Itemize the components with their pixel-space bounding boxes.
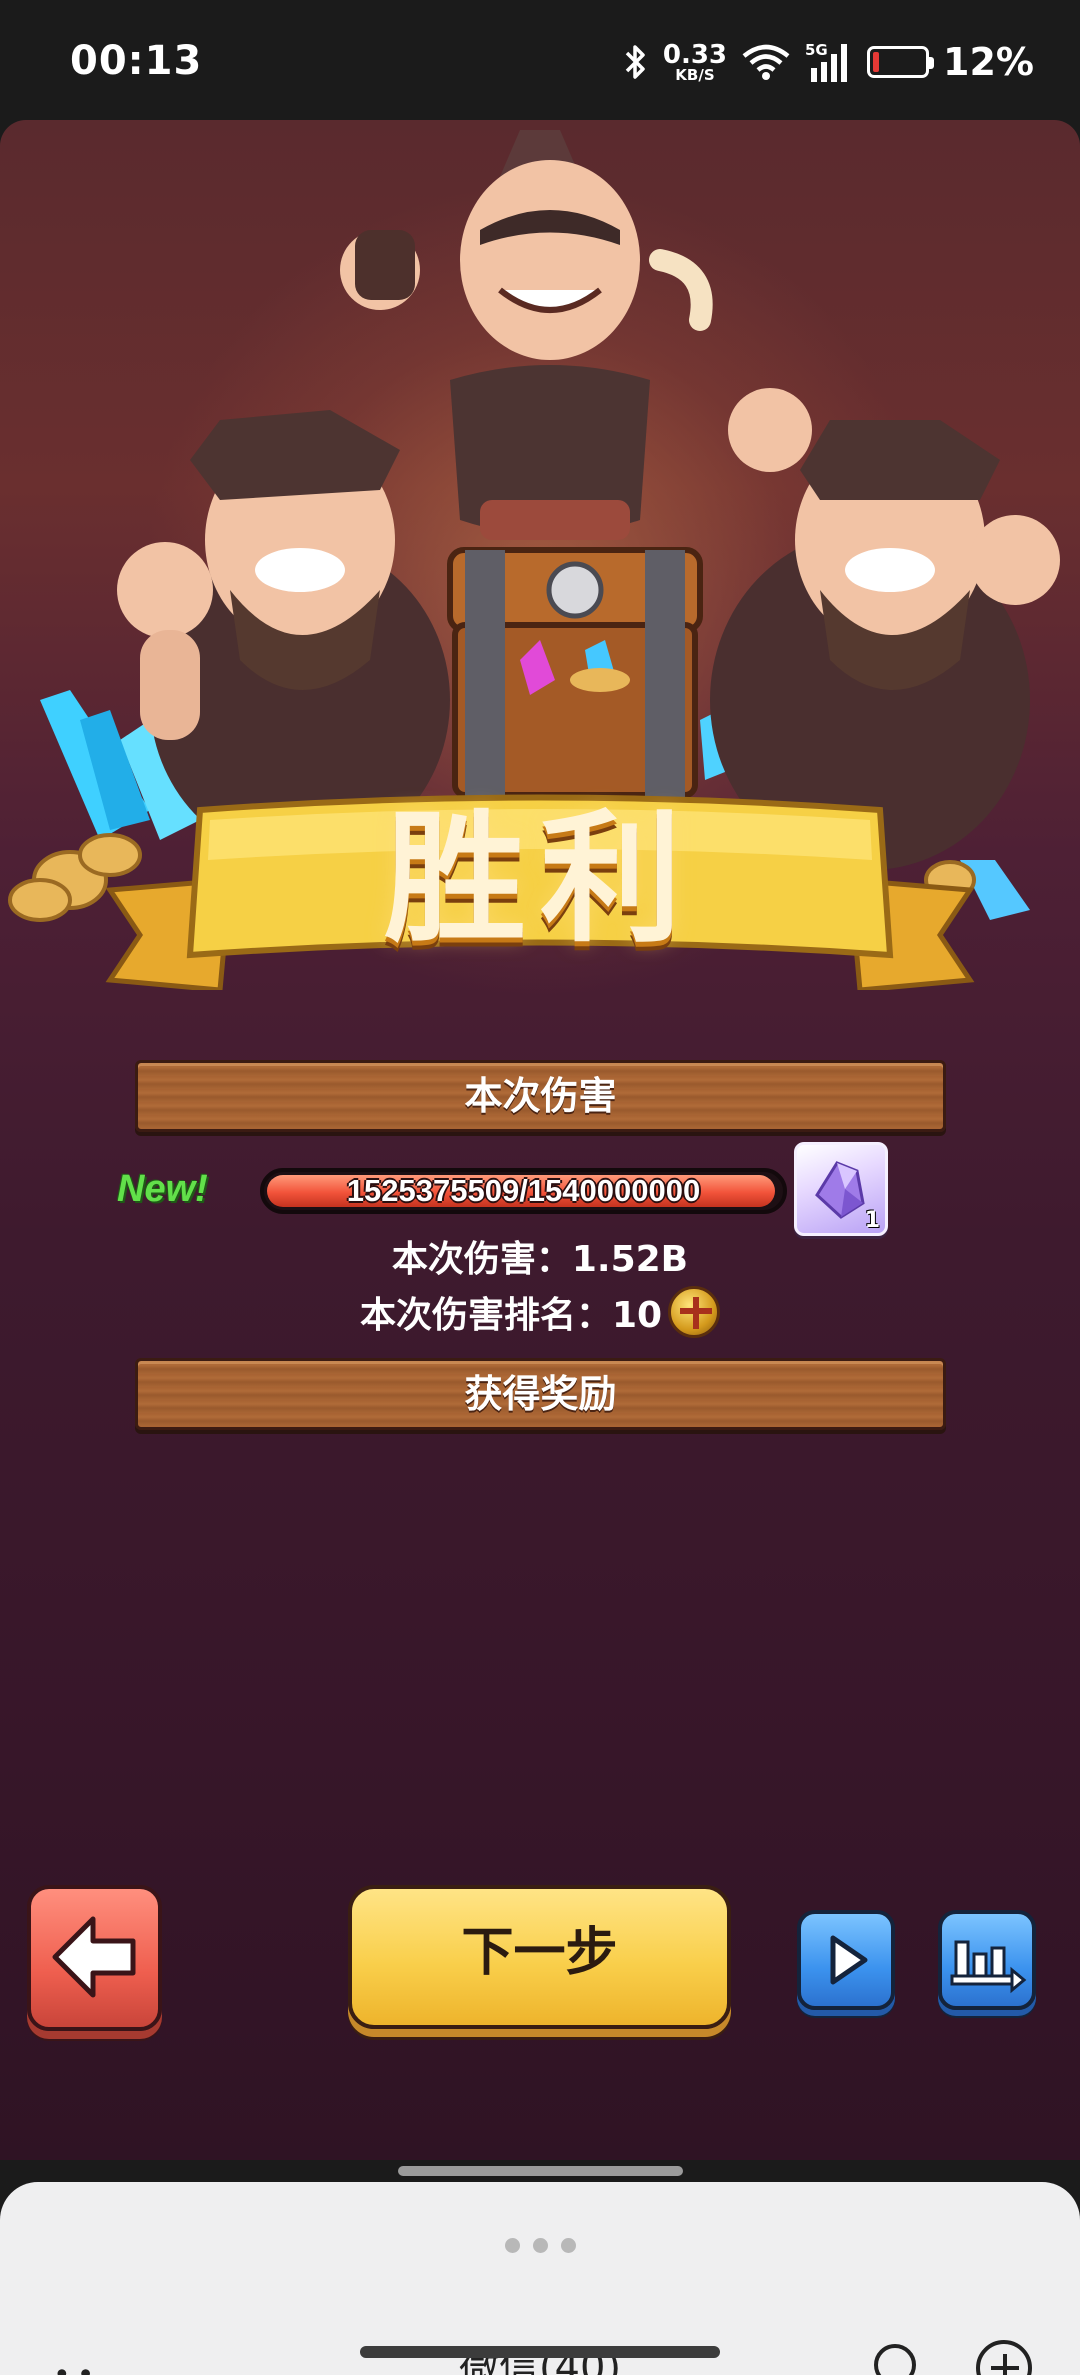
play-icon [830, 1935, 868, 1985]
net-speed-unit: KB/S [675, 65, 715, 84]
wifi-icon [742, 44, 790, 80]
rewards-header-bar: 获得奖励 [135, 1358, 946, 1430]
next-step-button[interactable]: 下一步 [348, 1885, 731, 2029]
new-badge: New! [117, 1168, 208, 1210]
bar-chart-icon [950, 1940, 1027, 1994]
status-time: 00:13 [70, 38, 203, 84]
damage-value-line: 本次伤害：1.52B [391, 1239, 689, 1280]
damage-header-bar: 本次伤害 [135, 1060, 946, 1132]
treasure-chest [447, 547, 703, 800]
battery-icon [867, 46, 935, 78]
cellular-5g-icon: 5G [805, 41, 848, 82]
victory-title: 胜利 [384, 797, 696, 962]
center-caveman [340, 130, 812, 540]
damage-progress-bar: 1525375509/1540000000 [260, 1168, 787, 1214]
crystal-reward-card-bg: 1 [794, 1142, 888, 1236]
back-button[interactable] [27, 1885, 162, 2031]
net-speed-value: 0.33 [662, 39, 728, 70]
crystal-reward-card[interactable]: 1 [794, 1142, 888, 1236]
network-speed: 0.33 KB/S [663, 42, 727, 83]
more-dots-icon[interactable] [505, 2238, 576, 2253]
damage-header-label: 本次伤害 [464, 1074, 617, 1118]
battery-percent: 12% [943, 40, 1034, 84]
victory-title-wrap: 胜利 [100, 780, 980, 990]
status-icons: 0.33 KB/S 5G 12% [623, 34, 1034, 90]
rewards-header-label: 获得奖励 [464, 1372, 617, 1416]
bluetooth-icon [625, 45, 645, 79]
battery-fill [873, 52, 880, 72]
replay-button[interactable] [797, 1910, 895, 2010]
gift-icon[interactable] [668, 1286, 721, 1338]
status-bar: 00:13 0.33 KB/S 5G 12% [0, 0, 1080, 120]
damage-rank-line: 本次伤害排名：10 [359, 1295, 663, 1336]
next-step-label: 下一步 [461, 1923, 618, 1983]
home-indicator[interactable] [360, 2346, 720, 2358]
svg-text:5G: 5G [805, 41, 828, 59]
statistics-button[interactable] [938, 1910, 1036, 2010]
game-screen: 胜利 本次伤害 New! 1525375509/1540000000 1 本次伤… [0, 120, 1080, 2160]
damage-progress-text: 1525375509/1540000000 [346, 1173, 701, 1208]
sheet-drag-handle[interactable] [398, 2166, 683, 2176]
arrow-left-icon [52, 1916, 136, 1998]
damage-rank-row: 本次伤害排名：10 [0, 1286, 1080, 1338]
